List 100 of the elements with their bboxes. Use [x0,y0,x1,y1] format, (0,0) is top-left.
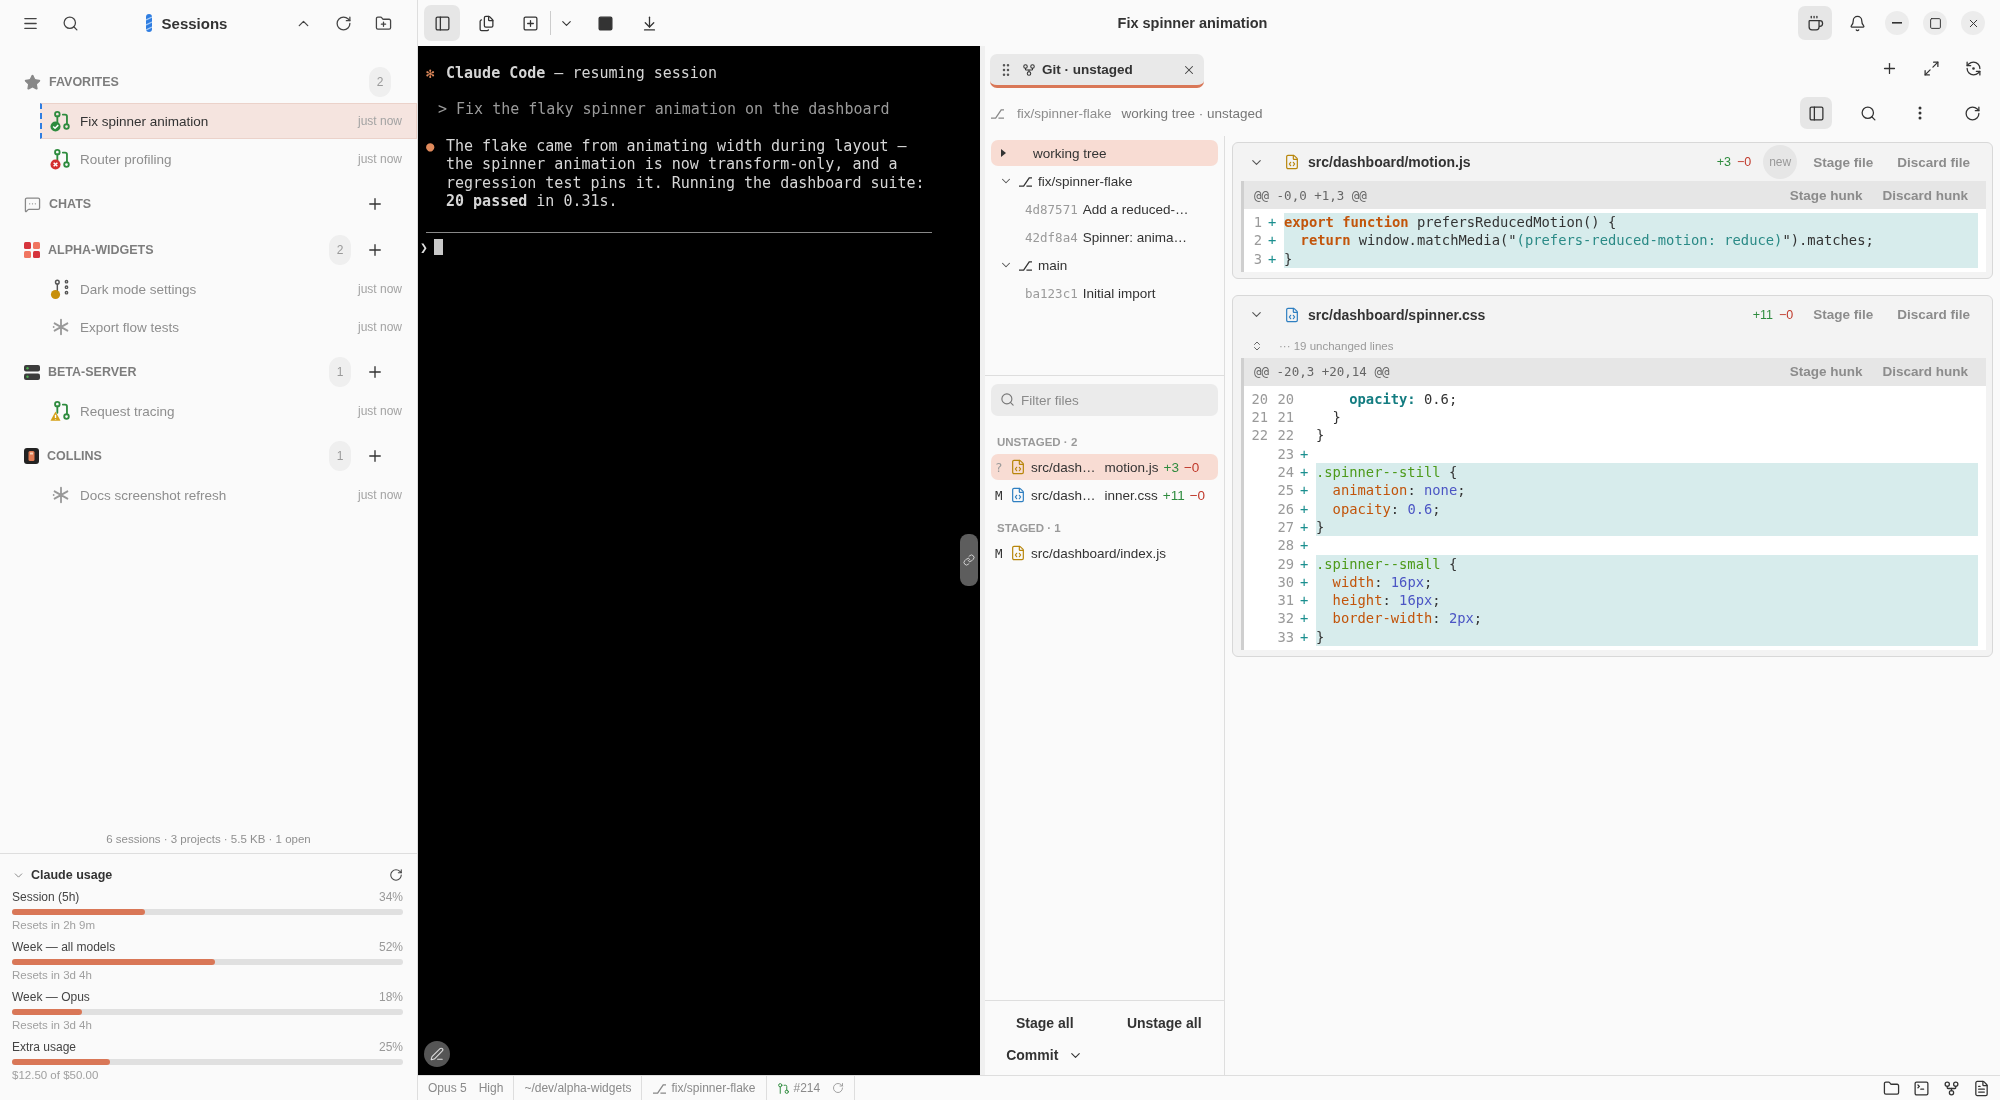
branch-name: fix/spinner-flake [1017,105,1112,121]
expand-icon[interactable] [1251,339,1263,352]
meter-note: Resets in 2h 9m [12,919,97,933]
removed-count: −0 [1189,487,1206,503]
diff-file-path: src/dashboard/motion.js [1308,154,1472,170]
input-prompt: ❯ [420,239,428,258]
file-path: src/dash… [1031,487,1096,503]
refresh-icon[interactable] [389,868,403,882]
diff-sign: + [1300,628,1309,645]
pull-request-check-icon [50,110,72,132]
branch-icon [652,1081,668,1095]
file-item[interactable]: ? src/dash… motion.js +3 −0 [991,454,1218,480]
toolbar-button[interactable] [424,5,460,41]
line-number: 22 [1277,427,1294,444]
group-name: FAVORITES [49,75,120,89]
session-title: Request tracing [80,403,176,419]
code-line: } [1316,426,1326,445]
commit-button[interactable]: Commit [998,1041,1092,1069]
diff-sign: + [1300,592,1309,609]
diff-sign: + [1300,464,1309,481]
tree-item[interactable]: fix/spinner-flake [991,168,1218,194]
meter-reading: 18% [378,990,403,1006]
pull-request-warning-icon [50,400,72,422]
window-control[interactable] [1923,11,1947,35]
commit-item[interactable]: ba123c1 Initial import [991,280,1218,306]
removed-count: −0 [1778,307,1794,322]
progress-pill-icon [145,14,152,32]
session-title: Router profiling [80,151,173,167]
terminal-prompt: > Fix the flaky spinner animation on the dashboard [438,100,890,119]
stage-button[interactable]: Stage all [1007,1009,1082,1037]
commit-item[interactable]: 42df8a4 Spinner: anima… [991,224,1218,250]
tree-label: main [1038,257,1068,273]
server-icon [24,364,40,380]
new-badge: new [1763,145,1798,179]
more-icon [1918,106,1922,120]
panel-button[interactable] [1800,97,1832,129]
header-button[interactable] [1798,6,1832,40]
file-item[interactable]: M src/dash… inner.css +11 −0 [991,482,1218,508]
session-title: Dark mode settings [80,281,198,297]
compose-button[interactable] [424,1041,450,1067]
terminal-line: regression test pins it. Running the dashboard suite: [446,173,925,193]
count-badge: 1 [329,441,351,471]
pen-icon [430,1047,444,1061]
meter-label: Week — Opus [12,990,90,1006]
expand-icon [1922,59,1940,77]
status-item: fix/spinner-flake [652,1081,756,1095]
maximize-icon [1928,16,1942,30]
plus-icon [366,363,384,381]
tree-label: working tree [1033,145,1107,161]
terminal-line: 20 passed in 0.31s. [446,192,618,211]
added-count: +3 [1163,459,1179,475]
line-number: 28 [1277,537,1294,554]
meter-note: Resets in 3d 4h [12,1019,93,1033]
filter-field[interactable]: Filter files [991,384,1218,416]
branch-icon [1018,258,1033,272]
terminal-icon [1912,1079,1930,1097]
resize-handle[interactable] [960,534,978,586]
plus-icon [366,241,384,259]
line-number: 20 [1277,390,1294,407]
window-control[interactable] [1961,11,1985,35]
commit-item[interactable]: 4d87571 Add a reduced-… [991,196,1218,222]
line-number: 22 [1251,427,1268,444]
tree-item[interactable]: main [991,252,1218,278]
diff-sign: + [1300,573,1309,590]
line-number: 21 [1251,409,1268,426]
session-item[interactable]: Fix spinner animation just now [40,103,417,139]
added-count: +11 [1162,487,1185,503]
line-number: 2 [1253,232,1262,249]
git-tab[interactable]: Git · unstaged [990,54,1204,88]
removed-count: −0 [1736,155,1752,169]
group-name: COLLINS [47,449,103,463]
session-time: just now [357,488,402,502]
stage-button[interactable]: Unstage all [1118,1009,1210,1037]
panel-icon [1807,104,1825,122]
line-number: 30 [1277,573,1294,590]
file-item[interactable]: M src/dashboard/index.js [991,540,1218,566]
commit-hash: 42df8a4 [1025,229,1078,245]
meter-reading: 34% [378,890,403,906]
bell-icon [1848,14,1866,32]
line-number: 33 [1277,628,1294,645]
group-name: BETA-SERVER [48,365,138,379]
count-badge: 2 [329,235,351,265]
file-name: motion.js [1104,459,1159,475]
plus-icon [366,447,384,465]
code-file-icon [1010,459,1026,475]
group-name: CHATS [49,197,93,211]
added-count: +11 [1752,307,1773,322]
search-icon [1000,392,1015,407]
refresh-icon [334,14,352,32]
commit-hash: ba123c1 [1025,285,1078,301]
sidebar-icon [433,14,451,32]
code-file-icon [1284,154,1300,170]
session-time: just now [357,404,402,418]
removed-count: −0 [1183,459,1200,475]
branch-icon [1022,62,1036,77]
refresh-icon [1963,104,1981,122]
usage-title: Claude usage [31,868,114,882]
tree-item[interactable]: working tree [991,140,1218,166]
file-status: ? [995,459,1004,475]
line-number: 25 [1277,482,1294,499]
